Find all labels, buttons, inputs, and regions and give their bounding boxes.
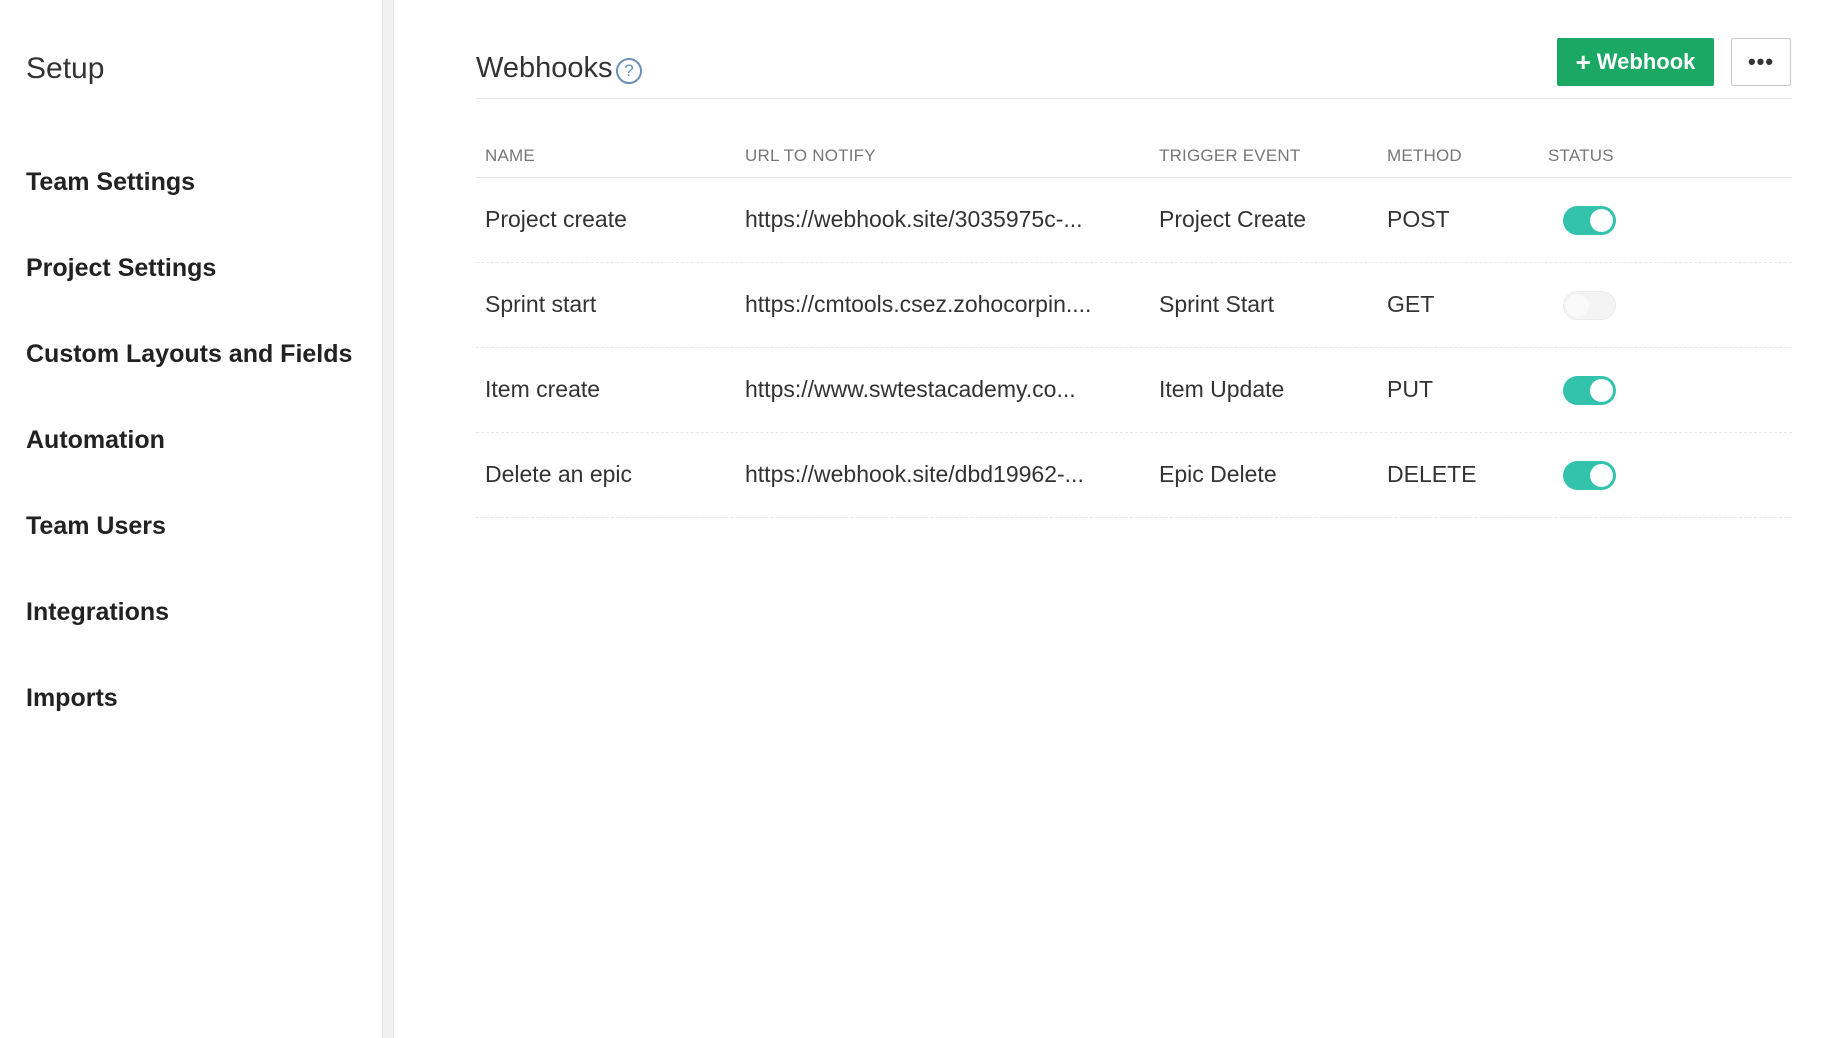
more-options-button[interactable]: •••	[1731, 38, 1791, 86]
column-header-trigger: TRIGGER EVENT	[1159, 146, 1301, 165]
webhook-method: POST	[1387, 206, 1450, 232]
toggle-knob	[1590, 379, 1613, 402]
sidebar: Setup Team Settings Project Settings Cus…	[0, 0, 382, 1038]
webhook-trigger: Epic Delete	[1159, 461, 1277, 487]
toggle-knob	[1566, 294, 1589, 317]
toggle-knob	[1590, 464, 1613, 487]
column-header-status: STATUS	[1548, 146, 1614, 165]
question-circle-icon[interactable]: ?	[616, 58, 642, 84]
column-header-url: URL TO NOTIFY	[745, 146, 876, 165]
sidebar-item-custom-layouts-and-fields[interactable]: Custom Layouts and Fields	[26, 332, 352, 418]
webhook-name: Project create	[485, 206, 627, 232]
page-title: Webhooks	[476, 52, 613, 84]
sidebar-title: Setup	[26, 52, 105, 85]
table-row[interactable]: Project create https://webhook.site/3035…	[476, 178, 1792, 263]
toggle-knob	[1590, 209, 1613, 232]
webhook-url: https://cmtools.csez.zohocorpin....	[745, 291, 1092, 317]
webhook-name: Item create	[485, 376, 601, 402]
table-row[interactable]: Delete an epic https://webhook.site/dbd1…	[476, 433, 1792, 518]
add-webhook-button[interactable]: + Webhook	[1557, 38, 1714, 86]
page-header: Webhooks ? + Webhook •••	[476, 0, 1792, 99]
status-toggle[interactable]	[1563, 461, 1616, 490]
sidebar-item-team-settings[interactable]: Team Settings	[26, 160, 352, 246]
panel-divider	[382, 0, 394, 1038]
webhook-trigger: Project Create	[1159, 206, 1307, 232]
webhook-url: https://www.swtestacademy.co...	[745, 376, 1076, 402]
sidebar-item-project-settings[interactable]: Project Settings	[26, 246, 352, 332]
ellipsis-icon: •••	[1747, 49, 1775, 74]
sidebar-item-integrations[interactable]: Integrations	[26, 590, 352, 676]
webhook-trigger: Item Update	[1159, 376, 1285, 402]
table-row[interactable]: Item create https://www.swtestacademy.co…	[476, 348, 1792, 433]
webhook-method: PUT	[1387, 376, 1433, 402]
sidebar-item-automation[interactable]: Automation	[26, 418, 352, 504]
webhook-method: DELETE	[1387, 461, 1477, 487]
webhook-url: https://webhook.site/3035975c-...	[745, 206, 1083, 232]
webhooks-table: NAME URL TO NOTIFY TRIGGER EVENT METHOD …	[476, 132, 1792, 518]
status-toggle[interactable]	[1563, 206, 1616, 235]
add-webhook-label: Webhook	[1596, 49, 1696, 74]
sidebar-item-imports[interactable]: Imports	[26, 676, 352, 762]
status-toggle[interactable]	[1563, 291, 1616, 320]
webhook-method: GET	[1387, 291, 1435, 317]
main-panel: Webhooks ? + Webhook ••• NAME URL TO NOT…	[394, 0, 1822, 1038]
status-toggle[interactable]	[1563, 376, 1616, 405]
column-header-name: NAME	[485, 146, 535, 165]
column-header-method: METHOD	[1387, 146, 1462, 165]
table-row[interactable]: Sprint start https://cmtools.csez.zohoco…	[476, 263, 1792, 348]
webhook-url: https://webhook.site/dbd19962-...	[745, 461, 1084, 487]
sidebar-nav: Team Settings Project Settings Custom La…	[26, 160, 352, 762]
webhook-trigger: Sprint Start	[1159, 291, 1275, 317]
webhook-name: Delete an epic	[485, 461, 633, 487]
webhook-name: Sprint start	[485, 291, 597, 317]
sidebar-item-team-users[interactable]: Team Users	[26, 504, 352, 590]
table-header: NAME URL TO NOTIFY TRIGGER EVENT METHOD …	[476, 132, 1792, 178]
plus-icon: +	[1575, 47, 1591, 77]
